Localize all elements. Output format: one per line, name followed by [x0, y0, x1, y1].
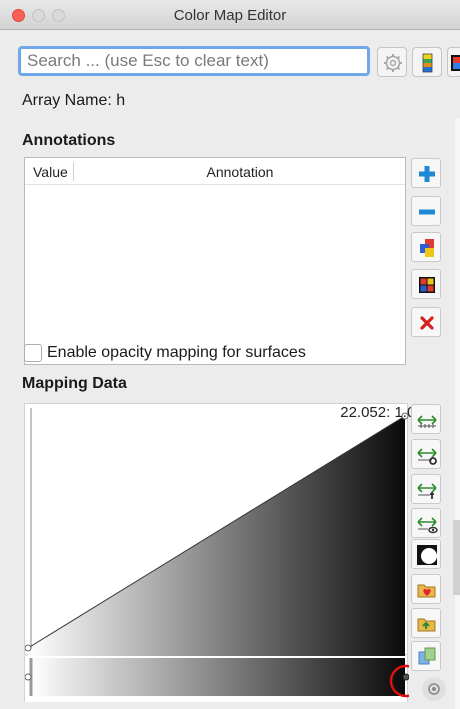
opacity-gradient-fill — [28, 416, 405, 656]
rescale-temporal-icon — [417, 483, 437, 499]
color-sheet-icon — [451, 55, 460, 71]
opacity-transfer-function-editor[interactable] — [24, 403, 409, 656]
color-gradient-bar — [30, 658, 405, 696]
array-name-label: Array Name: h — [22, 92, 126, 109]
color-transfer-function-editor[interactable] — [24, 656, 423, 702]
annotations-section-title: Annotations — [22, 132, 116, 149]
title-bar: Color Map Editor — [0, 0, 460, 30]
save-to-preset-button[interactable] — [411, 608, 441, 638]
annotations-table-header: Value Annotation — [25, 158, 405, 185]
rescale-to-temporal-range-button[interactable] — [411, 474, 441, 504]
add-visible-values-button[interactable] — [411, 269, 441, 299]
gear-icon — [428, 683, 440, 695]
color-point-right[interactable] — [402, 673, 410, 681]
color-bar-chart[interactable] — [24, 656, 423, 702]
add-active-values-button[interactable] — [411, 232, 441, 262]
rescale-to-custom-range-button[interactable] — [411, 439, 441, 469]
column-divider[interactable] — [73, 162, 74, 181]
add-annotation-button[interactable] — [411, 158, 441, 188]
plus-icon — [419, 166, 435, 182]
gear-icon — [384, 54, 402, 72]
search-input[interactable] — [18, 46, 370, 76]
vertical-scrollbar-thumb[interactable] — [453, 520, 460, 595]
color-presets-button[interactable] — [412, 47, 442, 77]
rescale-icon — [417, 415, 437, 428]
invert-icon — [417, 545, 437, 565]
value-column-header[interactable]: Value — [33, 164, 68, 180]
color-grid-icon — [419, 277, 435, 293]
search-settings-button[interactable] — [377, 47, 407, 77]
window-title: Color Map Editor — [173, 7, 287, 24]
heart-icon — [417, 584, 436, 598]
remove-all-annotations-button[interactable] — [411, 307, 441, 337]
apply-button[interactable] — [411, 641, 441, 671]
color-point-left[interactable] — [24, 673, 32, 681]
rescale-custom-icon — [417, 448, 437, 465]
save-folder-icon — [417, 618, 436, 632]
apply-icon — [418, 647, 436, 665]
x-icon — [420, 316, 434, 330]
mapping-data-section-title: Mapping Data — [22, 375, 127, 392]
color-palette-icon — [422, 53, 433, 73]
advanced-settings-button[interactable] — [422, 677, 446, 701]
vertical-scrollbar-track[interactable] — [455, 118, 460, 709]
save-preset-toolbar-button[interactable] — [447, 47, 460, 77]
color-squares-icon — [420, 239, 434, 257]
invert-transfer-function-button[interactable] — [411, 539, 441, 569]
rescale-to-visible-range-button[interactable] — [411, 508, 441, 538]
remove-annotation-button[interactable] — [411, 196, 441, 226]
enable-opacity-label: Enable opacity mapping for surfaces — [47, 344, 306, 361]
rescale-to-data-range-button[interactable] — [411, 404, 441, 434]
enable-opacity-checkbox[interactable] — [24, 344, 42, 362]
save-to-favorites-button[interactable] — [411, 574, 441, 604]
annotations-table[interactable]: Value Annotation — [24, 157, 406, 365]
rescale-visible-icon — [417, 517, 438, 534]
minus-icon — [419, 209, 435, 215]
annotation-column-header[interactable]: Annotation — [75, 164, 405, 180]
opacity-transfer-function-chart[interactable] — [24, 404, 409, 656]
control-point-left[interactable] — [24, 644, 32, 652]
